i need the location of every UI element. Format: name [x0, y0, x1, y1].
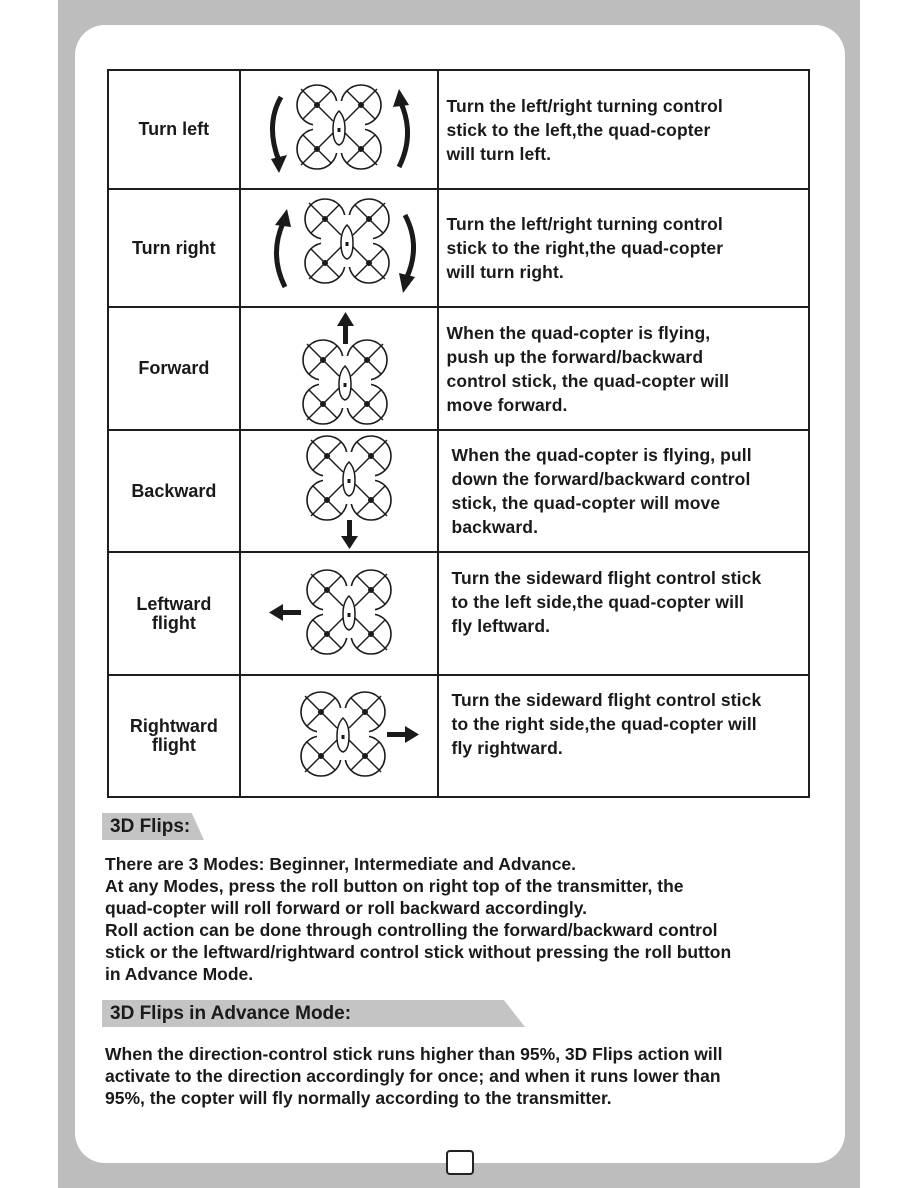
maneuver-description: When the quad-copter is flying, pull dow… [436, 429, 811, 553]
drone-leftward-illustration [268, 568, 392, 655]
arrow-up-icon [336, 311, 354, 344]
quadcopter-icon [295, 83, 382, 170]
maneuver-name: Rightward flight [129, 716, 218, 755]
table-row-turn-right: Turn right Turn the left/right turning c… [107, 188, 811, 308]
section-heading-advance-mode: 3D Flips in Advance Mode: [102, 1000, 525, 1027]
section-heading-3d-flips: 3D Flips: [102, 813, 204, 840]
quadcopter-icon [303, 198, 390, 284]
quadcopter-icon [299, 691, 386, 777]
maneuver-description: Turn the left/right turning control stic… [436, 69, 811, 190]
quadcopter-icon [305, 568, 392, 655]
arrow-right-icon [386, 726, 419, 743]
arrow-down-icon [340, 520, 358, 549]
drone-turn-right-illustration [273, 198, 416, 293]
quadcopter-icon [301, 338, 388, 425]
3d-flips-paragraph: There are 3 Modes: Beginner, Intermediat… [105, 854, 732, 984]
rotate-ccw-arrow-left-icon [269, 95, 287, 173]
table-row-leftward-flight: Leftward flight Turn the sideward flight… [107, 551, 811, 676]
maneuver-name: Leftward flight [136, 593, 212, 633]
rotate-cw-arrow-right-icon [398, 213, 416, 293]
drone-backward-illustration [305, 435, 392, 549]
drone-rightward-illustration [299, 691, 419, 777]
maneuver-name: Forward [138, 358, 210, 378]
advance-mode-paragraph: When the direction-control stick runs hi… [105, 1044, 723, 1108]
maneuver-name: Turn left [138, 119, 210, 139]
quadcopter-icon [305, 435, 392, 521]
page-number-box [446, 1150, 474, 1175]
maneuver-description: When the quad-copter is flying, push up … [436, 306, 811, 431]
drone-forward-illustration [301, 311, 388, 425]
flight-control-table: Turn left Turn the left/right turning co… [107, 69, 811, 798]
maneuver-name: Backward [131, 480, 217, 501]
table-row-rightward-flight: Rightward flight Turn the sideward fligh… [107, 674, 811, 798]
table-row-backward: Backward When the quad-copter is flying,… [107, 429, 811, 553]
table-row-forward: Forward When the quad-copter is flying, … [107, 306, 811, 431]
table-row-turn-left: Turn left Turn the left/right turning co… [107, 69, 811, 190]
rotate-cw-arrow-left-icon [273, 209, 291, 289]
maneuver-description: Turn the left/right turning control stic… [436, 188, 811, 308]
arrow-left-icon [268, 603, 301, 621]
drone-turn-left-illustration [269, 83, 410, 173]
rotate-ccw-arrow-right-icon [392, 88, 410, 168]
maneuver-name: Turn right [132, 237, 216, 258]
maneuver-description: Turn the sideward flight control stick t… [436, 551, 811, 676]
maneuver-description: Turn the sideward flight control stick t… [436, 674, 811, 798]
